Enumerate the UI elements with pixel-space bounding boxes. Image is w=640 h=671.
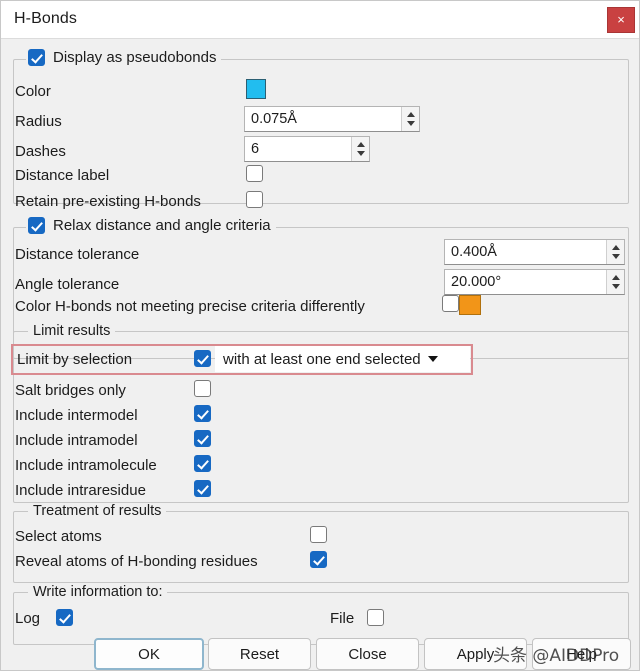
log-label: Log	[15, 610, 41, 627]
include-intramodel-label: Include intramodel	[15, 432, 138, 449]
radius-spinner[interactable]: 0.075Å	[244, 106, 420, 132]
limit-by-selection-checkbox[interactable]	[194, 350, 211, 367]
group-title-relax-criteria: Relax distance and angle criteria	[26, 217, 276, 234]
group-title-write-information: Write information to:	[28, 584, 168, 600]
help-button[interactable]: Help	[532, 638, 631, 670]
distance-label-checkbox[interactable]	[246, 165, 263, 182]
retain-preexisting-label: Retain pre-existing H-bonds	[15, 193, 201, 210]
select-atoms-checkbox[interactable]	[310, 526, 327, 543]
retain-preexisting-checkbox[interactable]	[246, 191, 263, 208]
include-intraresidue-checkbox[interactable]	[194, 480, 211, 497]
color-differently-swatch[interactable]	[459, 295, 481, 315]
distance-tolerance-decrement-button[interactable]	[607, 252, 624, 264]
distance-tolerance-label: Distance tolerance	[15, 246, 140, 263]
distance-tolerance-spinner[interactable]: 0.400Å	[444, 239, 625, 265]
color-differently-label: Color H-bonds not meeting precise criter…	[15, 298, 365, 315]
angle-tolerance-value[interactable]: 20.000°	[445, 270, 606, 294]
dashes-decrement-button[interactable]	[352, 149, 369, 161]
dashes-spin-buttons	[351, 137, 369, 161]
select-atoms-label: Select atoms	[15, 528, 102, 545]
angle-tolerance-increment-button[interactable]	[607, 270, 624, 282]
dashes-value[interactable]: 6	[245, 137, 351, 161]
dashes-increment-button[interactable]	[352, 137, 369, 149]
log-checkbox[interactable]	[56, 609, 73, 626]
include-intramodel-checkbox[interactable]	[194, 430, 211, 447]
close-button[interactable]: Close	[316, 638, 419, 670]
group-title-limit-results: Limit results	[28, 323, 116, 339]
radius-decrement-button[interactable]	[402, 119, 419, 131]
distance-tolerance-increment-button[interactable]	[607, 240, 624, 252]
ok-button[interactable]: OK	[94, 638, 204, 670]
selection-mode-dropdown[interactable]: with at least one end selected	[215, 346, 470, 372]
include-intermodel-checkbox[interactable]	[194, 405, 211, 422]
radius-spin-buttons	[401, 107, 419, 131]
radius-label: Radius	[15, 113, 62, 130]
include-intermodel-label: Include intermodel	[15, 407, 138, 424]
radius-value[interactable]: 0.075Å	[245, 107, 401, 131]
distance-label-label: Distance label	[15, 167, 110, 184]
reveal-atoms-label: Reveal atoms of H-bonding residues	[15, 553, 258, 570]
group-title-treatment-of-results: Treatment of results	[28, 503, 167, 519]
salt-bridges-label: Salt bridges only	[15, 382, 126, 399]
dialog-body: Display as pseudobonds Color Radius 0.07…	[1, 39, 639, 670]
file-label: File	[330, 610, 355, 627]
salt-bridges-checkbox[interactable]	[194, 380, 211, 397]
angle-tolerance-spinner[interactable]: 20.000°	[444, 269, 625, 295]
relax-criteria-label: Relax distance and angle criteria	[53, 217, 271, 234]
include-intramolecule-label: Include intramolecule	[15, 457, 157, 474]
relax-criteria-checkbox[interactable]	[28, 217, 45, 234]
reset-button[interactable]: Reset	[208, 638, 311, 670]
file-checkbox[interactable]	[367, 609, 384, 626]
distance-tolerance-spin-buttons	[606, 240, 624, 264]
radius-increment-button[interactable]	[402, 107, 419, 119]
include-intraresidue-label: Include intraresidue	[15, 482, 146, 499]
title-bar: H-Bonds ×	[1, 1, 639, 39]
dashes-label: Dashes	[15, 143, 66, 160]
angle-tolerance-spin-buttons	[606, 270, 624, 294]
pseudobond-color-swatch[interactable]	[246, 79, 266, 99]
group-title-display-as-pseudobonds: Display as pseudobonds	[26, 49, 222, 66]
color-differently-checkbox[interactable]	[442, 295, 459, 312]
selection-mode-value: with at least one end selected	[223, 350, 421, 368]
display-as-pseudobonds-checkbox[interactable]	[28, 49, 45, 66]
color-label: Color	[15, 83, 51, 100]
angle-tolerance-decrement-button[interactable]	[607, 282, 624, 294]
apply-button[interactable]: Apply	[424, 638, 527, 670]
display-as-pseudobonds-label: Display as pseudobonds	[53, 49, 217, 66]
chevron-down-icon	[427, 356, 438, 362]
include-intramolecule-checkbox[interactable]	[194, 455, 211, 472]
h-bonds-dialog: H-Bonds × Display as pseudobonds Color R…	[0, 0, 640, 671]
dashes-spinner[interactable]: 6	[244, 136, 370, 162]
page-title: H-Bonds	[14, 10, 77, 27]
limit-by-selection-label: Limit by selection	[17, 351, 133, 368]
angle-tolerance-label: Angle tolerance	[15, 276, 120, 293]
group-treatment-of-results: Treatment of results	[13, 503, 629, 583]
reveal-atoms-checkbox[interactable]	[310, 551, 327, 568]
close-icon[interactable]: ×	[607, 7, 635, 33]
distance-tolerance-value[interactable]: 0.400Å	[445, 240, 606, 264]
